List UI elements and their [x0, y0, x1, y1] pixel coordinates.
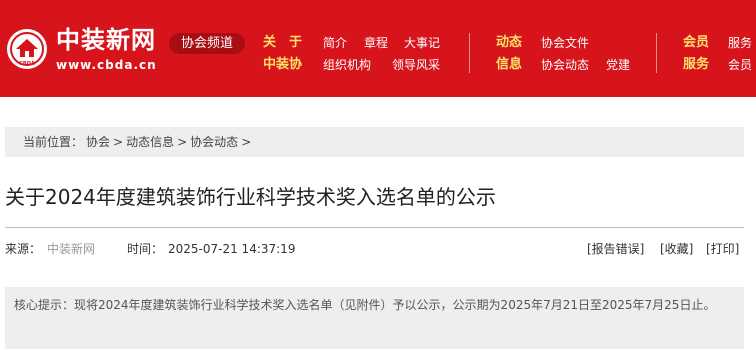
nav-group-member-title-2[interactable]: 服务	[683, 57, 709, 73]
summary-box: 核心提示：现将2024年度建筑装饰行业科学技术奖入选名单（见附件）予以公示，公示…	[5, 287, 744, 349]
summary-content: 现将2024年度建筑装饰行业科学技术奖入选名单（见附件）予以公示，公示期为202…	[74, 298, 716, 312]
summary-label: 核心提示：	[14, 298, 75, 312]
breadcrumb-item-news[interactable]: 动态信息	[126, 135, 174, 149]
nav-group-news-title-2[interactable]: 信息	[496, 57, 522, 73]
channel-label[interactable]: 协会频道	[169, 33, 245, 54]
report-error-link[interactable]: [报告错误]	[587, 241, 644, 257]
time-value: 2025-07-21 14:37:19	[168, 242, 296, 256]
nav-group-news-title-1[interactable]: 动态	[496, 35, 522, 51]
nav-link-intro[interactable]: 简介	[323, 35, 347, 51]
nav-link-milestones[interactable]: 大事记	[404, 35, 440, 51]
breadcrumb-item-association[interactable]: 协会	[86, 135, 110, 149]
nav-link-leadership[interactable]: 领导风采	[392, 57, 440, 73]
article-title: 关于2024年度建筑装饰行业科学技术奖入选名单的公示	[5, 185, 496, 209]
nav-link-association-news[interactable]: 协会动态	[541, 57, 589, 73]
site-logo-name[interactable]: 中装新网	[56, 26, 156, 54]
breadcrumb-separator: >	[177, 135, 188, 149]
cbda-emblem-icon[interactable]: CBDA	[6, 28, 48, 70]
source-value[interactable]: 中装新网	[47, 241, 95, 257]
breadcrumb-item-association-news[interactable]: 协会动态	[190, 135, 238, 149]
nav-link-charter[interactable]: 章程	[364, 35, 388, 51]
nav-divider	[656, 33, 657, 73]
source-label: 来源：	[5, 242, 42, 256]
breadcrumb-separator: >	[113, 135, 124, 149]
site-logo-url[interactable]: www.cbda.cn	[56, 58, 157, 72]
breadcrumb-separator: >	[241, 135, 252, 149]
site-header: CBDA 中装新网 www.cbda.cn 协会频道 关 于 中装协 简介 章程…	[0, 0, 756, 97]
nav-group-about-title-2[interactable]: 中装协	[263, 57, 302, 73]
nav-link-party[interactable]: 党建	[606, 57, 630, 73]
nav-group-member-title-1[interactable]: 会员	[683, 35, 709, 51]
favorite-link[interactable]: [收藏]	[660, 241, 693, 257]
title-divider	[5, 227, 744, 228]
print-link[interactable]: [打印]	[706, 241, 739, 257]
nav-group-about-title-1[interactable]: 关 于	[263, 35, 302, 51]
time-label: 时间：	[127, 242, 164, 256]
nav-link-documents[interactable]: 协会文件	[541, 35, 589, 51]
emblem-text: CBDA	[19, 61, 35, 67]
nav-link-organization[interactable]: 组织机构	[323, 57, 371, 73]
nav-link-members[interactable]: 会员	[728, 57, 752, 73]
breadcrumb: 当前位置： 协会 > 动态信息 > 协会动态 >	[5, 127, 744, 157]
breadcrumb-label: 当前位置：	[23, 135, 84, 149]
nav-divider	[469, 33, 470, 73]
summary-text: 核心提示：现将2024年度建筑装饰行业科学技术奖入选名单（见附件）予以公示，公示…	[14, 294, 738, 316]
nav-link-service[interactable]: 服务	[728, 35, 752, 51]
